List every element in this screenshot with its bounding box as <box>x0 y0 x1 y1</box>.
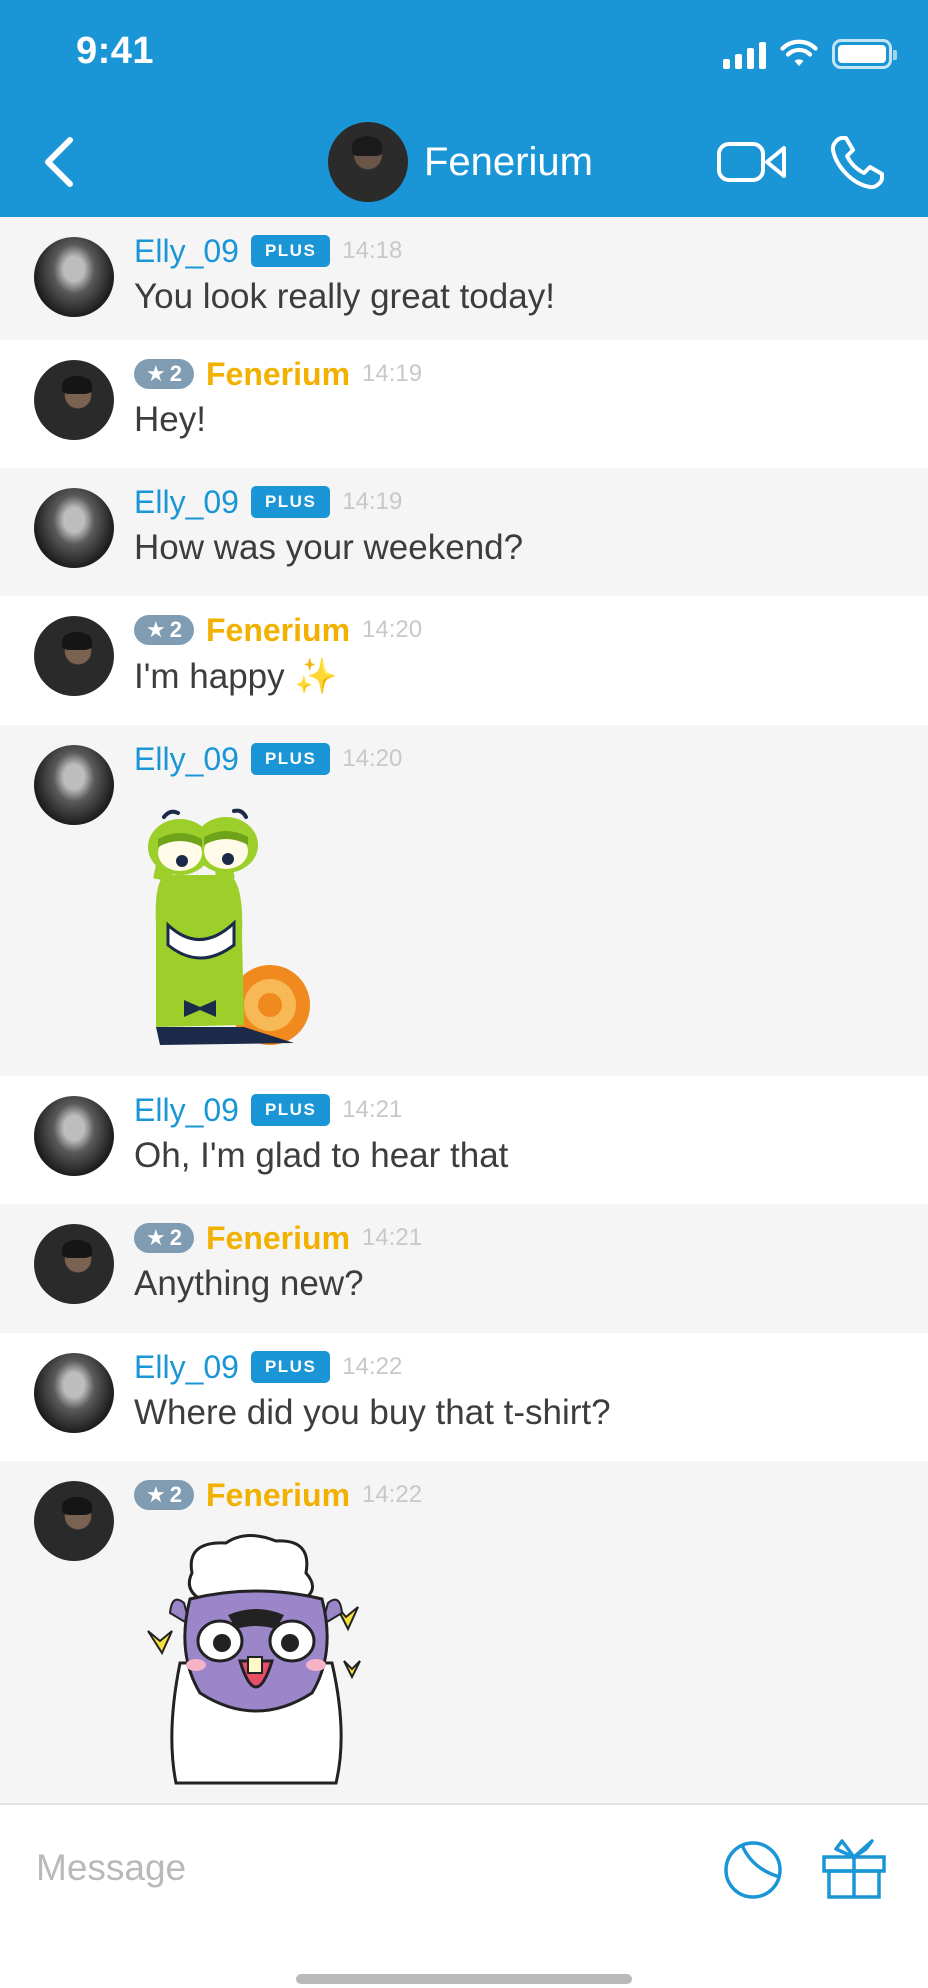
avatar[interactable] <box>34 1224 114 1304</box>
level-badge: ★ 2 <box>134 1480 194 1510</box>
username[interactable]: Fenerium <box>206 612 350 649</box>
battery-icon <box>832 39 897 69</box>
star-icon: ★ <box>146 617 166 642</box>
avatar[interactable] <box>34 1481 114 1561</box>
username[interactable]: Elly_09 <box>134 1349 239 1386</box>
message-text: Hey! <box>134 400 206 439</box>
snail-sticker[interactable] <box>134 795 314 1060</box>
timestamp: 14:19 <box>362 360 423 387</box>
message-text: Anything new? <box>134 1264 364 1303</box>
status-time: 9:41 <box>76 30 155 72</box>
message-row: Elly_09 PLUS 14:21 Oh, I'm glad to hear … <box>0 1076 928 1204</box>
avatar[interactable] <box>34 360 114 440</box>
plus-badge: PLUS <box>250 1351 331 1383</box>
status-icons <box>723 36 897 72</box>
video-call-icon[interactable] <box>716 140 788 184</box>
gift-icon[interactable] <box>820 1835 888 1901</box>
level-badge: ★ 2 <box>134 615 194 645</box>
chat-title[interactable]: Fenerium <box>328 122 593 202</box>
message-row: ★ 2 Fenerium 14:22 <box>0 1461 928 1803</box>
message-text: You look really great today! <box>134 277 555 316</box>
avatar[interactable] <box>34 745 114 825</box>
message-row: ★ 2 Fenerium 14:19 Hey! <box>0 340 928 468</box>
plus-badge: PLUS <box>250 743 331 775</box>
username[interactable]: Elly_09 <box>134 1092 239 1129</box>
message-text: I'm happy ✨ <box>134 656 338 697</box>
timestamp: 14:20 <box>362 616 423 643</box>
username[interactable]: Fenerium <box>206 1477 350 1514</box>
wifi-icon <box>780 39 818 66</box>
level-badge: ★ 2 <box>134 359 194 389</box>
avatar[interactable] <box>34 488 114 568</box>
username[interactable]: Fenerium <box>206 356 350 393</box>
back-chevron-icon[interactable] <box>36 132 82 192</box>
plus-badge: PLUS <box>250 486 331 518</box>
message-row: ★ 2 Fenerium 14:21 Anything new? <box>0 1204 928 1333</box>
contact-avatar <box>328 122 408 202</box>
star-icon: ★ <box>146 1225 166 1250</box>
avatar[interactable] <box>34 237 114 317</box>
contact-name: Fenerium <box>424 139 593 184</box>
llama-sticker[interactable] <box>136 1533 376 1789</box>
star-icon: ★ <box>146 1482 166 1507</box>
level-number: 2 <box>169 361 182 386</box>
message-row: Elly_09 PLUS 14:20 <box>0 725 928 1076</box>
home-indicator[interactable] <box>296 1974 632 1984</box>
timestamp: 14:20 <box>342 745 403 772</box>
level-number: 2 <box>169 617 182 642</box>
sticker-icon[interactable] <box>722 1839 784 1901</box>
avatar[interactable] <box>34 1096 114 1176</box>
level-badge: ★ 2 <box>134 1223 194 1253</box>
message-row: ★ 2 Fenerium 14:20 I'm happy ✨ <box>0 596 928 725</box>
avatar[interactable] <box>34 616 114 696</box>
plus-badge: PLUS <box>250 235 331 267</box>
level-number: 2 <box>169 1482 182 1507</box>
username[interactable]: Elly_09 <box>134 484 239 521</box>
timestamp: 14:18 <box>342 237 403 264</box>
message-row: Elly_09 PLUS 14:19 How was your weekend? <box>0 468 928 596</box>
message-text: How was your weekend? <box>134 528 524 567</box>
timestamp: 14:21 <box>342 1096 403 1123</box>
sparkles-emoji: ✨ <box>294 657 338 696</box>
username[interactable]: Elly_09 <box>134 741 239 778</box>
timestamp: 14:22 <box>362 1481 423 1508</box>
plus-badge: PLUS <box>250 1094 331 1126</box>
message-row: Elly_09 PLUS 14:22 Where did you buy tha… <box>0 1333 928 1461</box>
message-text-body: I'm happy <box>134 657 285 696</box>
timestamp: 14:22 <box>342 1353 403 1380</box>
level-number: 2 <box>169 1225 182 1250</box>
message-composer <box>0 1803 928 1988</box>
timestamp: 14:19 <box>342 488 403 515</box>
timestamp: 14:21 <box>362 1224 423 1251</box>
username[interactable]: Fenerium <box>206 1220 350 1257</box>
message-list[interactable]: Elly_09 PLUS 14:18 You look really great… <box>0 217 928 1803</box>
phone-call-icon[interactable] <box>828 134 886 192</box>
message-row: Elly_09 PLUS 14:18 You look really great… <box>0 217 928 340</box>
message-text: Oh, I'm glad to hear that <box>134 1136 509 1175</box>
cellular-signal-icon <box>723 39 766 69</box>
message-input[interactable] <box>36 1841 656 1895</box>
star-icon: ★ <box>146 361 166 386</box>
username[interactable]: Elly_09 <box>134 233 239 270</box>
message-text: Where did you buy that t-shirt? <box>134 1393 611 1432</box>
avatar[interactable] <box>34 1353 114 1433</box>
chat-header: 9:41 Fenerium <box>0 0 928 217</box>
